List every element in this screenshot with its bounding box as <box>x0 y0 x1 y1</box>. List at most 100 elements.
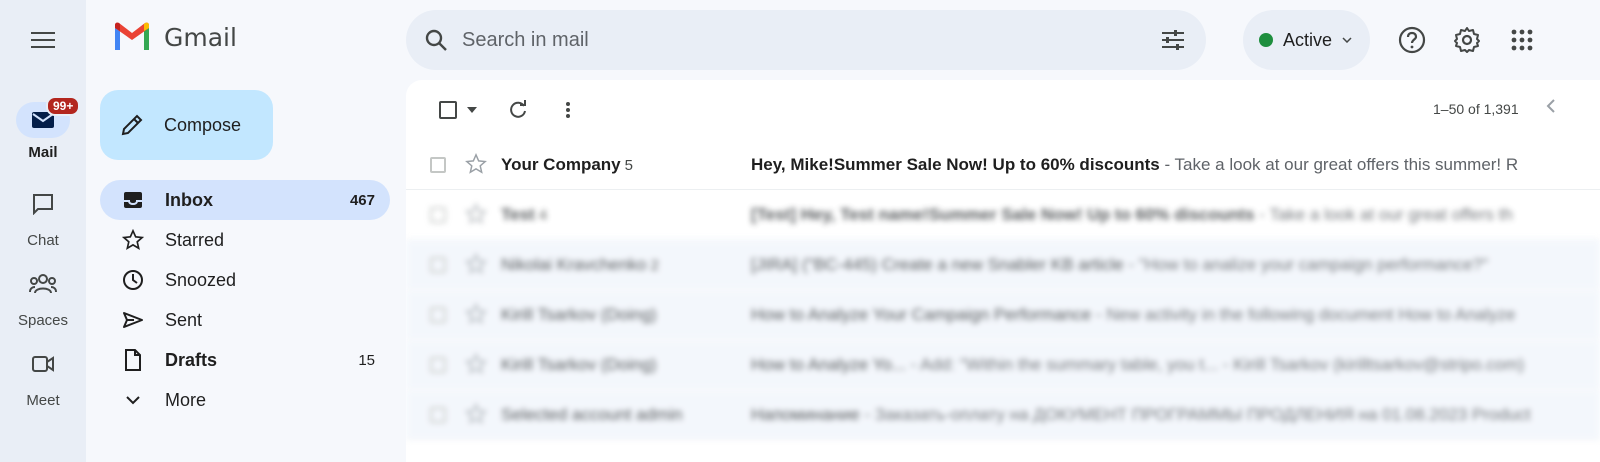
star-icon[interactable] <box>465 253 487 275</box>
email-sender: Selected account admin <box>501 404 683 424</box>
email-snippet: Add: "Within the summary table, you t...… <box>906 355 1524 374</box>
nav-item-inbox[interactable]: Inbox 467 <box>100 180 390 220</box>
more-vert-icon <box>566 102 570 118</box>
nav-label: More <box>165 389 207 410</box>
nav-label: Inbox <box>165 189 213 210</box>
rail-item-chat[interactable]: Chat <box>0 186 86 249</box>
clock-icon <box>123 270 143 290</box>
star-icon[interactable] <box>465 303 487 325</box>
gmail-m-icon <box>115 22 149 50</box>
search-input[interactable] <box>462 28 1160 52</box>
search-options-icon[interactable] <box>1160 29 1186 51</box>
unread-badge: 99+ <box>46 96 81 116</box>
status-selector[interactable]: Active <box>1243 10 1370 70</box>
refresh-button[interactable] <box>498 90 538 130</box>
email-row[interactable]: Test 4 [Test] Hey, Test name!Summer Sale … <box>406 190 1600 240</box>
star-icon[interactable] <box>465 353 487 375</box>
email-row[interactable]: Your Company 5 Hey, Mike!Summer Sale Now!… <box>406 140 1600 190</box>
email-sender: Kirill Tsarkov (Doing) <box>501 354 657 374</box>
rail-item-label: Meet <box>26 392 60 409</box>
thread-count: 5 <box>624 156 633 174</box>
email-subject: Hey, Mike!Summer Sale Now! Up to 60% dis… <box>751 155 1518 175</box>
row-checkbox[interactable] <box>430 156 446 173</box>
spaces-icon <box>29 274 57 294</box>
search-icon[interactable] <box>424 28 448 52</box>
app-title: Gmail <box>164 22 237 52</box>
star-icon[interactable] <box>465 153 487 175</box>
email-snippet: Take a look at our great offers this sum… <box>1160 155 1518 174</box>
drafts-count: 15 <box>358 351 375 369</box>
more-actions-button[interactable] <box>548 90 588 130</box>
compose-label: Compose <box>164 114 242 135</box>
thread-count: 2 <box>650 256 659 274</box>
compose-button[interactable]: Compose <box>100 90 273 160</box>
help-icon <box>1398 26 1426 54</box>
pencil-icon <box>121 114 143 136</box>
row-checkbox[interactable] <box>430 356 446 373</box>
meet-icon <box>32 356 54 372</box>
apps-button[interactable] <box>1504 22 1540 58</box>
nav-item-sent[interactable]: Sent <box>100 300 390 340</box>
email-subject: [Test] Hey, Test name!Summer Sale Now! U… <box>751 205 1513 225</box>
newer-page-button[interactable] <box>1546 98 1556 119</box>
nav-label: Drafts <box>165 349 218 370</box>
hamburger-icon <box>31 32 55 48</box>
status-dot <box>1259 33 1273 47</box>
mail-list-panel: 1–50 of 1,391 Your Company 5 Hey, Mike!Su… <box>406 80 1600 462</box>
gmail-logo[interactable]: Gmail <box>112 22 237 52</box>
caret-down-icon <box>467 107 477 113</box>
apps-grid-icon <box>1511 29 1533 51</box>
row-checkbox[interactable] <box>430 256 446 273</box>
support-button[interactable] <box>1394 22 1430 58</box>
inbox-unread-count: 467 <box>349 191 375 209</box>
star-icon[interactable] <box>465 403 487 425</box>
chevron-down-icon <box>126 396 140 405</box>
rail-item-spaces[interactable]: Spaces <box>0 266 86 329</box>
list-toolbar: 1–50 of 1,391 <box>406 80 1600 140</box>
draft-icon <box>125 349 141 371</box>
nav-label: Sent <box>165 309 203 330</box>
refresh-icon <box>510 100 526 118</box>
row-checkbox[interactable] <box>430 406 446 423</box>
nav-label: Starred <box>165 229 225 250</box>
rail-item-label: Mail <box>28 144 58 161</box>
nav-item-snoozed[interactable]: Snoozed <box>100 260 390 300</box>
nav-label: Snoozed <box>165 269 237 290</box>
email-row[interactable]: Selected account admin НапоминаниеЗаказа… <box>406 390 1600 440</box>
row-checkbox[interactable] <box>430 206 446 223</box>
email-snippet: Заказать-оплату на ДОКУМЕНТ ПРОГРАММЫ ПР… <box>860 405 1531 424</box>
inbox-icon <box>124 192 142 208</box>
send-icon <box>123 312 143 328</box>
nav-item-starred[interactable]: Starred <box>100 220 390 260</box>
settings-button[interactable] <box>1449 22 1485 58</box>
folder-nav: Inbox 467 Starred Snoozed Sent Drafts 15… <box>100 180 390 420</box>
email-snippet: Take a look at our great offers th <box>1255 205 1513 224</box>
nav-item-drafts[interactable]: Drafts 15 <box>100 340 390 380</box>
star-icon <box>122 229 144 250</box>
select-dropdown[interactable] <box>462 90 482 130</box>
email-row[interactable]: Nikolai Kravchenko 2 [JIRA] ("BC-445) Cre… <box>406 240 1600 290</box>
gear-icon <box>1454 27 1480 53</box>
rail-item-label: Chat <box>27 232 59 249</box>
star-icon[interactable] <box>465 203 487 225</box>
email-snippet: "How to analize your campaign performanc… <box>1124 255 1489 274</box>
chevron-left-icon <box>1546 99 1555 113</box>
email-subject: НапоминаниеЗаказать-оплату на ДОКУМЕНТ П… <box>751 405 1531 425</box>
rail-item-mail[interactable]: 99+ Mail <box>0 96 86 161</box>
main-menu-button[interactable] <box>22 22 64 58</box>
email-row[interactable]: Kirill Tsarkov (Doing) How to Analyze Yo… <box>406 340 1600 390</box>
email-sender: Kirill Tsarkov (Doing) <box>501 304 657 324</box>
rail-item-meet[interactable]: Meet <box>0 346 86 409</box>
chevron-down-icon <box>1342 37 1352 43</box>
nav-item-more[interactable]: More <box>100 380 390 420</box>
email-sender: Test 4 <box>501 204 548 224</box>
chat-icon <box>33 194 53 215</box>
email-sender: Nikolai Kravchenko 2 <box>501 254 659 274</box>
row-checkbox[interactable] <box>430 306 446 323</box>
email-row[interactable]: Kirill Tsarkov (Doing) How to Analyze Yo… <box>406 290 1600 340</box>
email-subject: [JIRA] ("BC-445) Create a new Snabler KB… <box>751 255 1488 275</box>
email-subject: How to Analyze Yo...Add: "Within the sum… <box>751 355 1524 375</box>
rail-item-label: Spaces <box>17 312 69 329</box>
email-subject: How to Analyze Your Campaign Performance… <box>751 305 1515 325</box>
status-label: Active <box>1283 29 1333 50</box>
